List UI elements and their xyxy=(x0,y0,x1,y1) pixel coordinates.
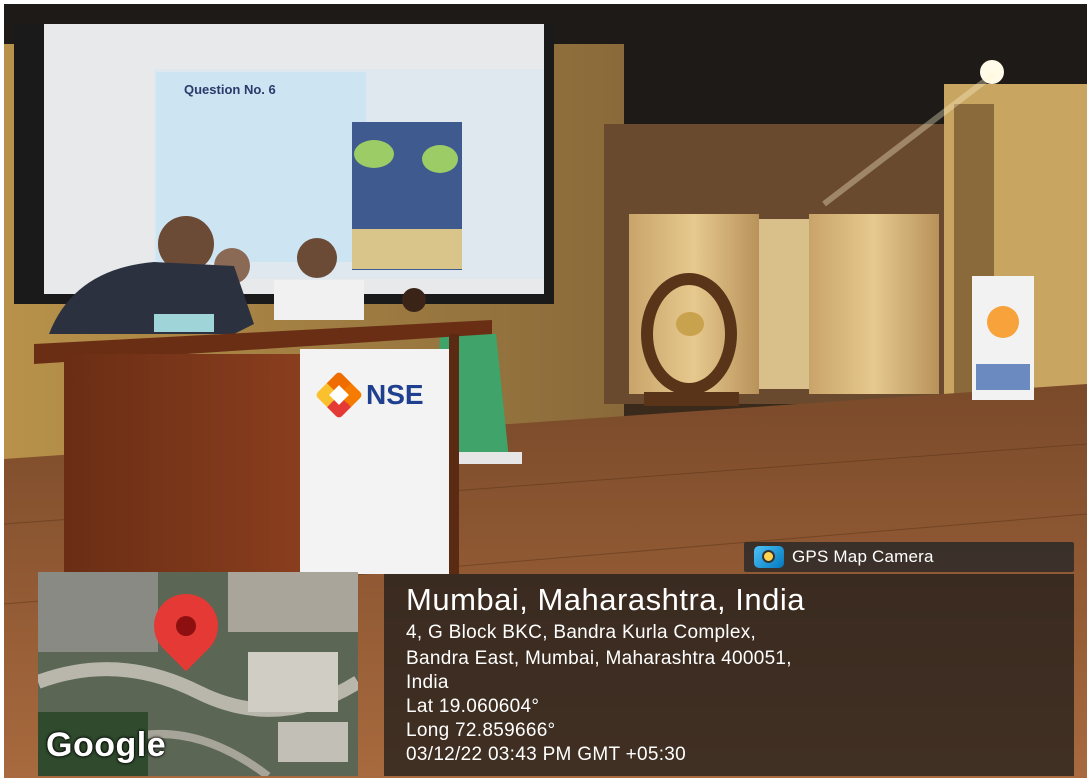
nse-logo: NSE xyxy=(314,370,424,420)
address-line-3: India xyxy=(406,672,449,693)
nse-emblem-icon xyxy=(314,370,364,420)
nse-logo-text: NSE xyxy=(366,379,424,410)
timestamp: 03/12/22 03:43 PM GMT +05:30 xyxy=(406,744,687,765)
app-label: GPS Map Camera xyxy=(792,547,934,566)
address-line-1: 4, G Block BKC, Bandra Kurla Complex, xyxy=(406,622,757,643)
latitude-readout: Lat 19.060604° xyxy=(406,696,540,717)
slide-title: Question No. 6 xyxy=(184,82,276,97)
location-title: Mumbai, Maharashtra, India xyxy=(406,582,805,617)
google-attribution: Google xyxy=(46,726,167,764)
camera-app-icon xyxy=(754,546,784,568)
gps-app-badge: GPS Map Camera xyxy=(744,542,1074,572)
longitude-readout: Long 72.859666° xyxy=(406,720,556,741)
photo-frame: NSE Question No. 6 Google GPS Map Camera… xyxy=(4,4,1087,778)
address-line-2: Bandra East, Mumbai, Maharashtra 400051, xyxy=(406,648,792,669)
